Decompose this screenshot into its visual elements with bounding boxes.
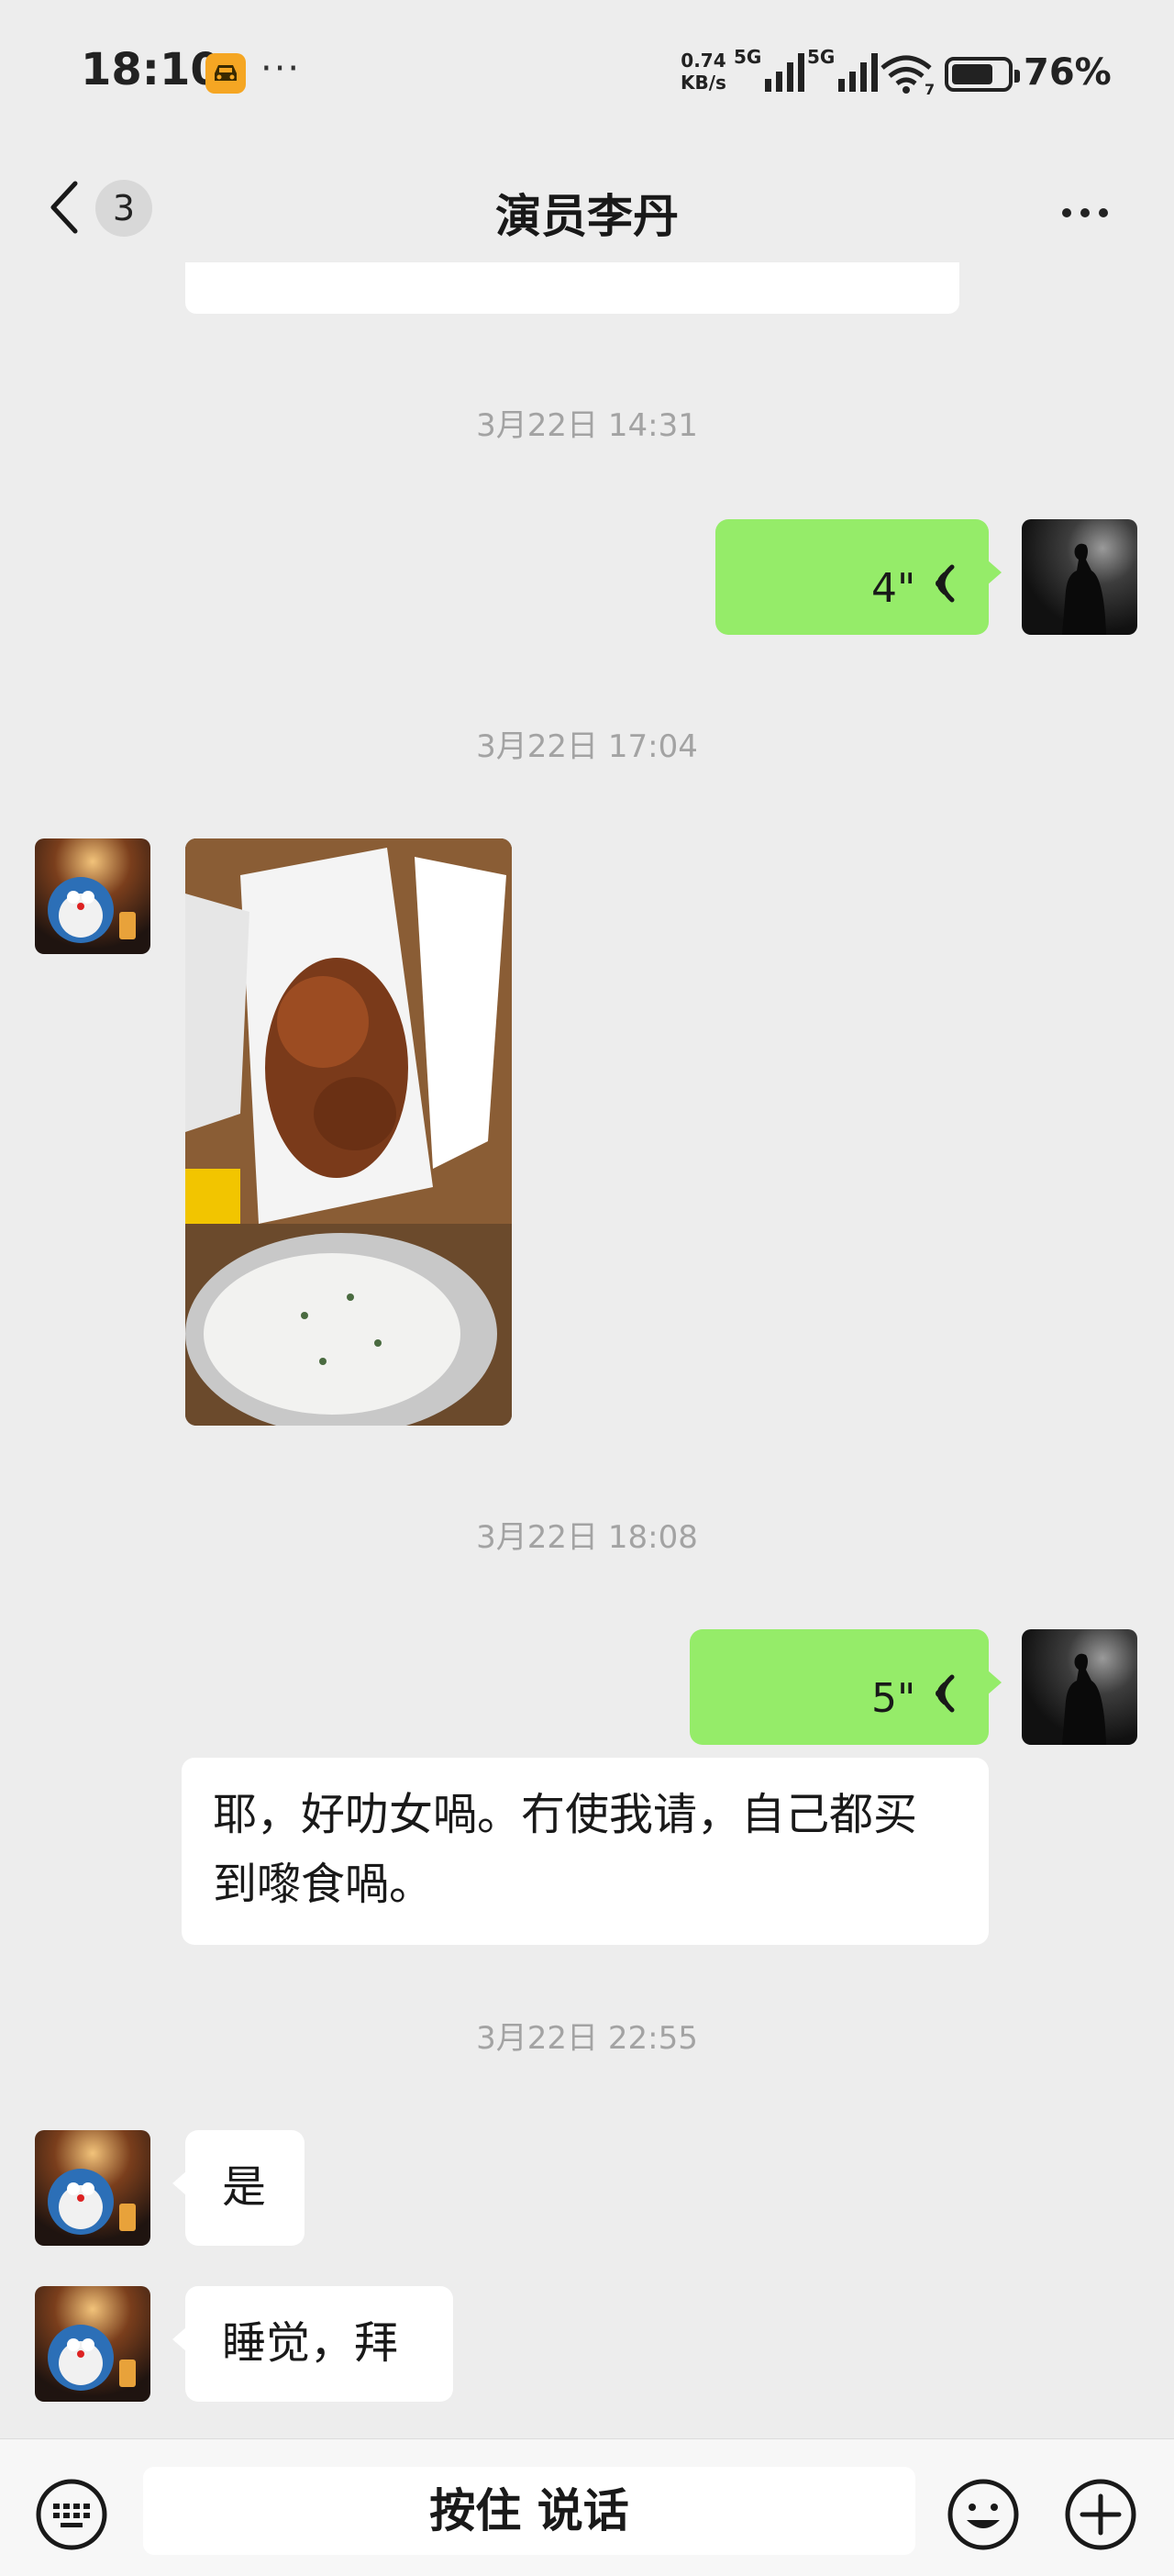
input-bar: 按住 说话 [0,2438,1174,2576]
timestamp: 3月22日 22:55 [476,2020,698,2057]
voice-wave-icon [925,556,961,626]
battery-icon [945,57,1020,92]
contact-avatar[interactable] [35,2286,150,2402]
wifi-badge: 7 [925,81,936,98]
voice-duration: 5" [871,1675,916,1722]
voice-message-bubble[interactable]: 4" [715,519,1002,635]
notification-dots: ··· [260,48,302,90]
more-dot-3 [1099,208,1108,217]
network-speed-unit: KB/s [681,72,726,94]
message-text: 是 [222,2161,267,2213]
more-options-button[interactable] [1062,204,1117,221]
battery-percentage: 76% [1024,51,1112,94]
message-text: 耶，好叻女喎。冇使我请，自己都买到嚟食喎。 [213,1789,918,1910]
emoji-icon[interactable] [945,2476,1022,2557]
more-dot-1 [1062,208,1071,217]
self-avatar[interactable] [1022,519,1137,635]
text-message-bubble[interactable]: 睡觉，拜 [172,2286,453,2402]
timestamp: 3月22日 17:04 [476,728,698,765]
voice-duration: 4" [871,565,916,612]
chat-header: 3 演员李丹 [0,156,1174,262]
hold-to-talk-button[interactable]: 按住 说话 [143,2467,915,2555]
network-speed-value: 0.74 [681,50,726,72]
chat-title: 演员李丹 [495,190,679,243]
partial-message-bubble[interactable] [185,262,959,314]
wifi-icon: 7 [879,53,936,101]
timestamp: 3月22日 14:31 [476,407,698,444]
keyboard-toggle-icon[interactable] [33,2476,110,2557]
self-avatar[interactable] [1022,1629,1137,1745]
text-message-bubble[interactable]: 耶，好叻女喎。冇使我请，自己都买到嚟食喎。 [182,1758,989,1945]
timestamp: 3月22日 18:08 [476,1519,698,1556]
status-bar: 18:10 ··· 0.74 KB/s 5G 5G 7 76% [0,0,1174,147]
more-dot-2 [1080,208,1090,217]
food-photo-message[interactable] [185,838,512,1426]
status-time: 18:10 [81,44,221,95]
text-message-bubble[interactable]: 是 [172,2130,305,2246]
voice-message-bubble[interactable]: 5" [690,1629,1002,1745]
car-icon [205,53,246,94]
message-text: 睡觉，拜 [222,2317,399,2369]
contact-avatar[interactable] [35,838,150,954]
message-list[interactable]: 3月22日 14:31 4" 3月22日 17:04 3月22日 18:08 5… [0,262,1174,2437]
plus-icon[interactable] [1062,2476,1139,2557]
voice-wave-icon [925,1666,961,1736]
network-speed: 0.74 KB/s [681,50,726,94]
contact-avatar[interactable] [35,2130,150,2246]
